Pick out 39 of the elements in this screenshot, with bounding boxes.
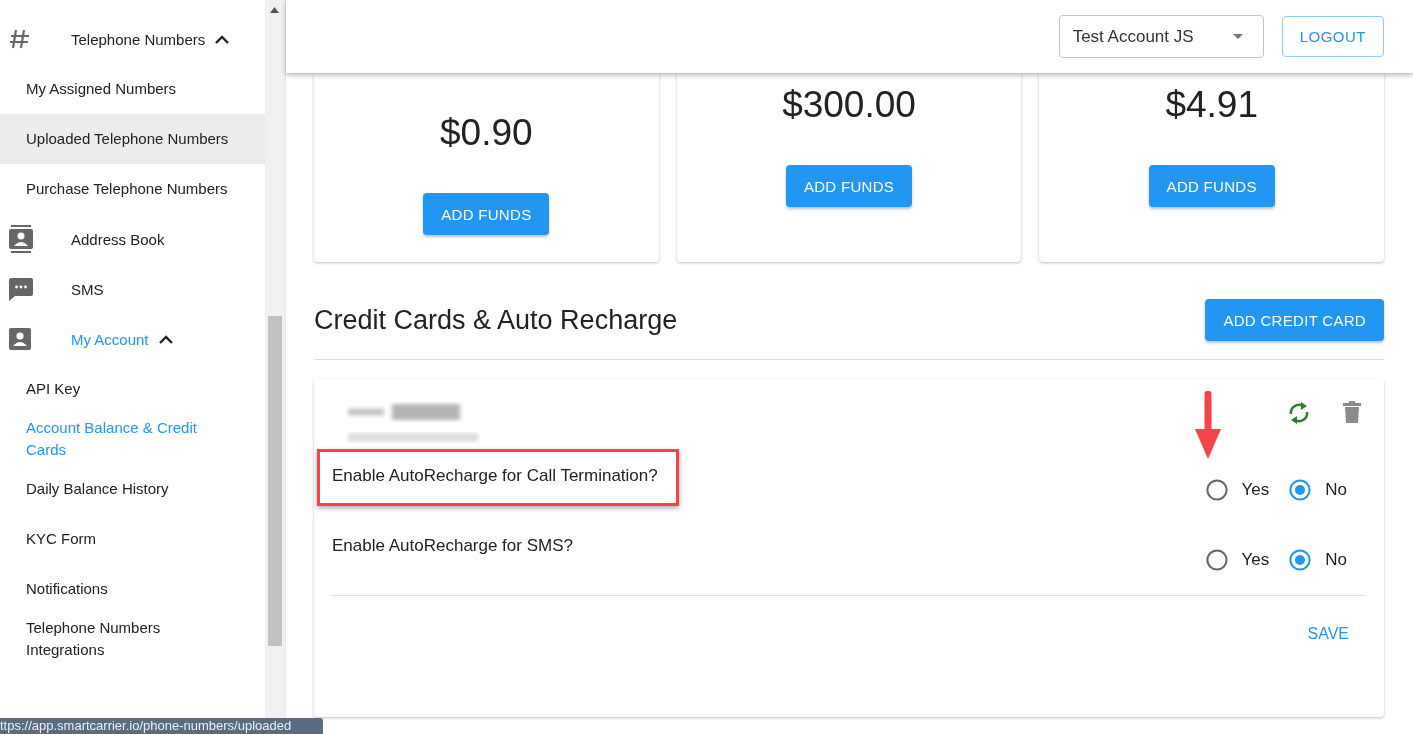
nav-item[interactable]: SMS bbox=[0, 264, 265, 314]
hash-icon bbox=[9, 29, 31, 49]
nav-subitem[interactable]: Daily Balance History bbox=[0, 464, 265, 514]
radio-option[interactable]: No bbox=[1289, 479, 1347, 501]
balance-amount: $0.90 bbox=[440, 113, 533, 153]
url-tooltip: ttps://app.smartcarrier.io/phone-numbers/uploaded bbox=[0, 718, 323, 734]
account-select[interactable]: Test Account JS bbox=[1058, 15, 1264, 58]
dropdown-caret-icon bbox=[1232, 34, 1243, 39]
radio-unchecked-icon[interactable] bbox=[1205, 549, 1228, 571]
balance-amount: $300.00 bbox=[782, 85, 916, 125]
radio-option[interactable]: Yes bbox=[1205, 479, 1270, 501]
chat-icon bbox=[9, 277, 33, 301]
nav-subitem[interactable]: Notifications bbox=[0, 564, 265, 614]
setting-question: Enable AutoRecharge for SMS? bbox=[331, 535, 574, 557]
person-icon bbox=[9, 328, 31, 350]
section-title: Credit Cards & Auto Recharge bbox=[314, 304, 678, 336]
contact-card-icon bbox=[9, 225, 33, 253]
radio-unchecked-icon[interactable] bbox=[1205, 479, 1228, 501]
nav-subitem[interactable]: KYC Form bbox=[0, 514, 265, 564]
nav-item[interactable]: Telephone Numbers bbox=[0, 14, 265, 64]
nav-subitem[interactable]: API Key bbox=[0, 364, 265, 414]
delete-icon[interactable] bbox=[1343, 401, 1361, 423]
nav-item[interactable]: Address Book bbox=[0, 214, 265, 264]
radio-option[interactable]: Yes bbox=[1205, 549, 1270, 571]
annotation-arrow bbox=[1194, 391, 1221, 459]
radio-option[interactable]: No bbox=[1289, 549, 1347, 571]
chevron-up-icon bbox=[158, 334, 173, 344]
refresh-icon[interactable] bbox=[1288, 401, 1310, 425]
chevron-up-icon bbox=[215, 34, 230, 44]
nav-subitem[interactable]: My Assigned Numbers bbox=[0, 64, 265, 114]
setting-question: Enable AutoRecharge for Call Termination? bbox=[317, 449, 679, 506]
nav-subitem[interactable]: Uploaded Telephone Numbers bbox=[0, 114, 265, 164]
scroll-up-icon[interactable] bbox=[270, 7, 279, 13]
balance-amount: $4.91 bbox=[1165, 85, 1258, 125]
nav-subitem[interactable]: Telephone Numbers Integrations bbox=[0, 614, 265, 664]
radio-checked-icon[interactable] bbox=[1289, 549, 1312, 571]
scrollbar-thumb[interactable] bbox=[268, 316, 282, 646]
nav-subitem[interactable]: Purchase Telephone Numbers bbox=[0, 164, 265, 214]
radio-checked-icon[interactable] bbox=[1289, 479, 1312, 501]
